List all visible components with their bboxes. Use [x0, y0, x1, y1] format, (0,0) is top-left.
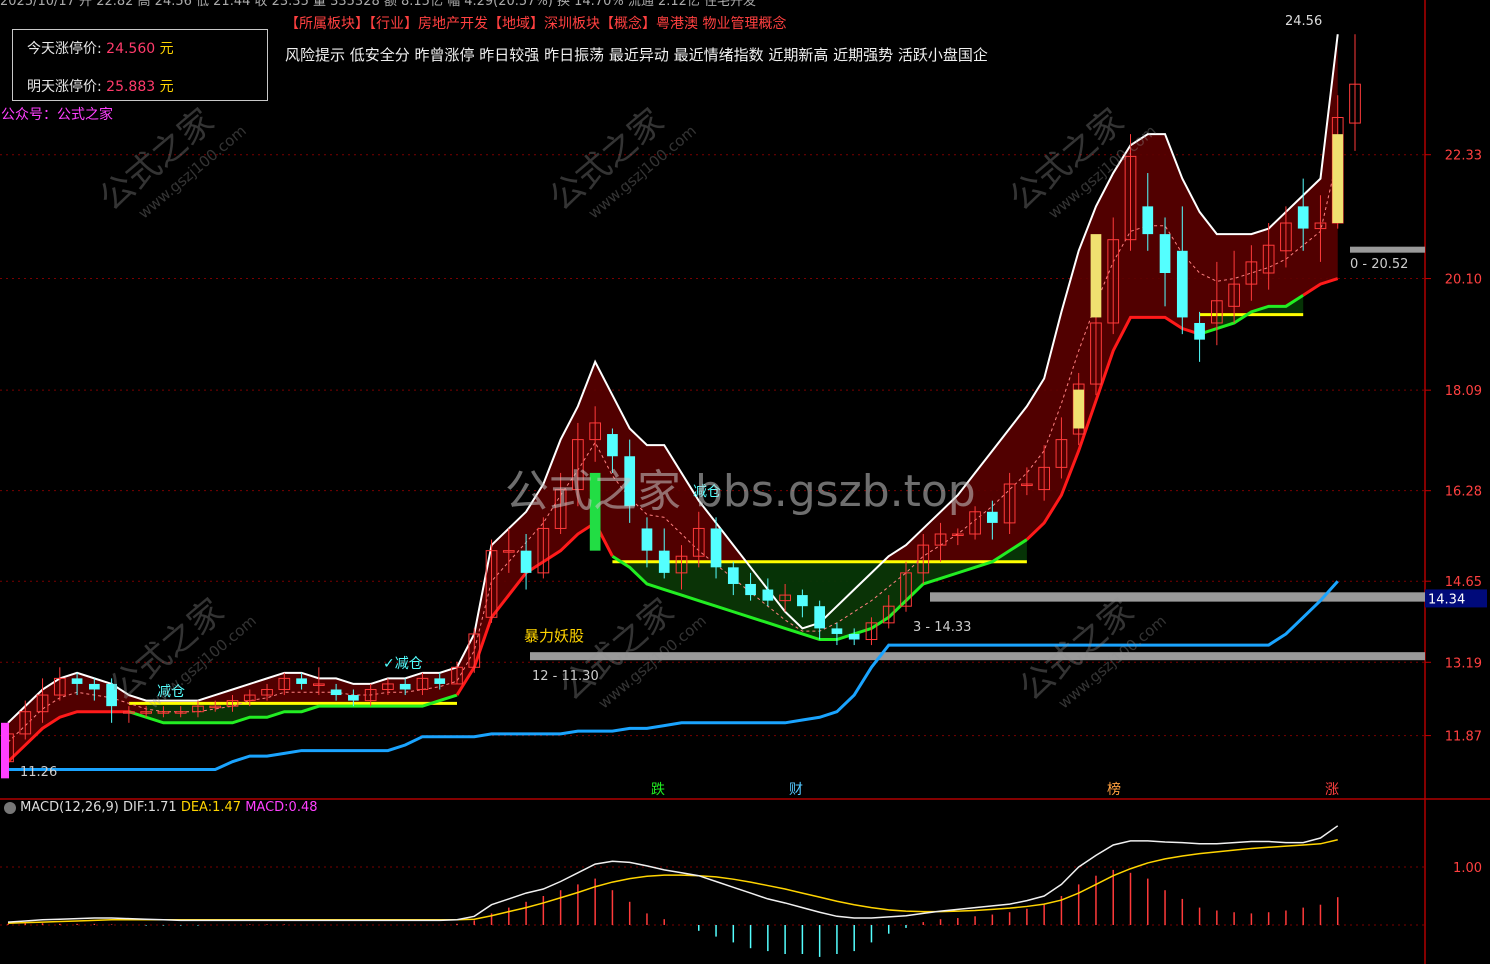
collapse-icon[interactable] — [4, 801, 16, 814]
candle — [745, 583, 756, 596]
candle — [1159, 234, 1171, 273]
current-price-label: 14.34 — [1428, 592, 1465, 607]
price-tick-label: 22.33 — [1445, 149, 1482, 164]
tomorrow-limit-value: 25.883 — [106, 79, 156, 95]
dea-label: DEA: — [180, 800, 213, 815]
candle — [727, 567, 739, 584]
watermark-stamp: 公式之家www.gszj100.com — [552, 591, 710, 712]
level-label: 3 - 14.33 — [913, 620, 971, 635]
candle — [434, 678, 446, 684]
candle — [1142, 206, 1154, 235]
candle — [658, 550, 670, 573]
event-marker: 榜 — [1107, 781, 1121, 798]
candle — [641, 528, 653, 551]
macd-name: MACD(12,26,9) — [20, 800, 119, 815]
candle — [88, 683, 100, 690]
candle — [71, 678, 83, 684]
annotation-violent-stock: 暴力妖股 — [524, 627, 584, 645]
candle — [797, 595, 808, 607]
strong-signal-bar — [1090, 234, 1102, 318]
candle — [399, 683, 411, 690]
sector-tags: 【所属板块】【行业】房地产开发【地域】深圳板块【概念】粤港澳 物业管理概念 — [285, 16, 787, 32]
dif-value: 1.71 — [147, 800, 177, 815]
price-tick-label: 11.87 — [1445, 730, 1482, 745]
level-label: 0 - 20.52 — [1350, 257, 1408, 272]
candle — [1194, 322, 1205, 340]
dif-label: DIF: — [123, 800, 148, 815]
strong-signal-bar — [1073, 389, 1085, 429]
tomorrow-limit-unit: 元 — [159, 79, 174, 95]
price-tick-label: 13.19 — [1445, 656, 1482, 671]
dif-line — [7, 825, 1339, 923]
event-marker: 财 — [789, 782, 803, 798]
price-tick-label: 14.65 — [1445, 575, 1482, 590]
wechat-account: 公众号：公式之家 — [1, 107, 113, 123]
candle — [814, 606, 826, 629]
strong-signal-bar — [1332, 134, 1344, 224]
candle — [710, 528, 722, 568]
candle — [831, 628, 843, 634]
candle — [1176, 250, 1188, 318]
macd-tick-label: 1.00 — [1453, 861, 1482, 876]
watermark-stamp: 公式之家www.gszj100.com — [92, 101, 250, 222]
watermark: 公式之家 bbs.gszb.top — [505, 466, 976, 517]
tomorrow-limit-label: 明天涨停价: — [27, 79, 102, 95]
today-limit-unit: 元 — [159, 41, 174, 57]
high-price-label: 24.56 — [1285, 14, 1322, 29]
candle — [520, 550, 532, 573]
candle — [986, 511, 998, 523]
today-limit-value: 24.560 — [106, 41, 156, 57]
candle — [330, 689, 342, 696]
watermark-stamp: 公式之家www.gszj100.com — [542, 101, 700, 222]
candle — [848, 633, 860, 640]
candle — [607, 434, 618, 457]
upper-band-level — [1350, 246, 1425, 253]
left-signal-bar — [1, 722, 9, 779]
dea-line — [7, 839, 1338, 925]
low-price-label: 11.26 — [20, 765, 57, 780]
limit-price-box: 今天涨停价: 24.560 元 明天涨停价: 25.883 元 — [12, 29, 268, 101]
event-marker: 涨 — [1325, 782, 1339, 798]
candle — [348, 695, 359, 701]
price-tick-label: 18.09 — [1445, 384, 1482, 399]
price-tick-label: 16.28 — [1445, 485, 1482, 500]
today-limit-label: 今天涨停价: — [27, 41, 102, 57]
resistance-band — [930, 592, 1425, 602]
price-tick-label: 20.10 — [1445, 273, 1482, 288]
candle — [1297, 206, 1309, 229]
macd-label: MACD: — [245, 800, 289, 815]
dea-value: 1.47 — [212, 800, 242, 815]
macd-value: 0.48 — [288, 800, 318, 815]
candle — [296, 678, 307, 684]
annotation-reduce: ✓减仓 — [383, 656, 423, 672]
risk-tips: 风险提示 低安全分 昨曾涨停 昨日较强 昨日振荡 最近异动 最近情绪指数 近期新… — [285, 46, 988, 64]
candle — [762, 589, 774, 601]
macd-header: MACD(12,26,9) DIF:1.71 DEA:1.47 MACD:0.4… — [4, 800, 318, 815]
event-marker: 跌 — [651, 782, 665, 798]
